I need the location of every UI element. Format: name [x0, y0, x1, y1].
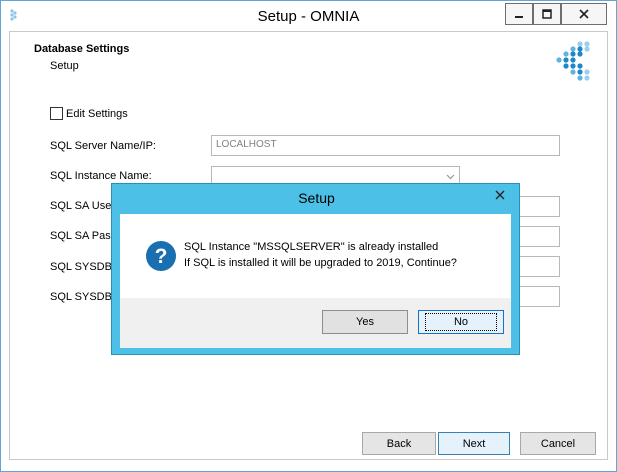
maximize-button[interactable] — [533, 3, 561, 25]
sql-server-label: SQL Server Name/IP: — [50, 140, 156, 152]
dialog-close-button[interactable] — [482, 184, 518, 206]
confirm-dialog: Setup ? SQL Instance "MSSQLSERVER" is al… — [111, 183, 520, 355]
sql-sa-password-label: SQL SA Passw — [50, 230, 112, 242]
close-button[interactable] — [561, 3, 607, 25]
edit-settings-checkbox[interactable] — [50, 107, 63, 120]
no-button[interactable]: No — [418, 310, 504, 334]
dialog-message-line1: SQL Instance "MSSQLSERVER" is already in… — [184, 241, 439, 253]
close-icon — [579, 9, 589, 19]
title-bar: Setup - OMNIA — [1, 1, 616, 31]
dialog-message-line2: If SQL is installed it will be upgraded … — [184, 257, 457, 269]
omnia-logo-icon — [556, 41, 590, 81]
edit-settings-label: Edit Settings — [66, 108, 128, 120]
question-icon: ? — [146, 241, 176, 271]
yes-button[interactable]: Yes — [322, 310, 408, 334]
sql-sa-username-label: SQL SA Userna — [50, 200, 112, 212]
setup-window: Setup - OMNIA Database Settings Setup Ed… — [0, 0, 617, 472]
chevron-down-icon — [446, 174, 455, 180]
sql-instance-label: SQL Instance Name: — [50, 170, 152, 182]
cancel-button[interactable]: Cancel — [520, 432, 596, 455]
close-icon — [495, 190, 505, 200]
back-button[interactable]: Back — [362, 432, 436, 455]
yes-button-label: Yes — [356, 316, 374, 328]
page-title: Database Settings — [34, 43, 130, 55]
dialog-body: ? SQL Instance "MSSQLSERVER" is already … — [120, 214, 511, 348]
dialog-title: Setup — [298, 190, 335, 206]
minimize-icon — [515, 16, 523, 18]
svg-text:?: ? — [155, 245, 168, 268]
no-button-label: No — [424, 313, 498, 331]
page-subtitle: Setup — [50, 60, 79, 72]
minimize-button[interactable] — [505, 3, 533, 25]
sql-server-input[interactable]: LOCALHOST — [211, 135, 560, 156]
sql-sysdba-password-label: SQL SYSDBA — [50, 291, 112, 303]
sql-sysdba-user-label: SQL SYSDBA — [50, 261, 112, 273]
next-button[interactable]: Next — [438, 432, 510, 455]
maximize-icon — [542, 9, 552, 19]
